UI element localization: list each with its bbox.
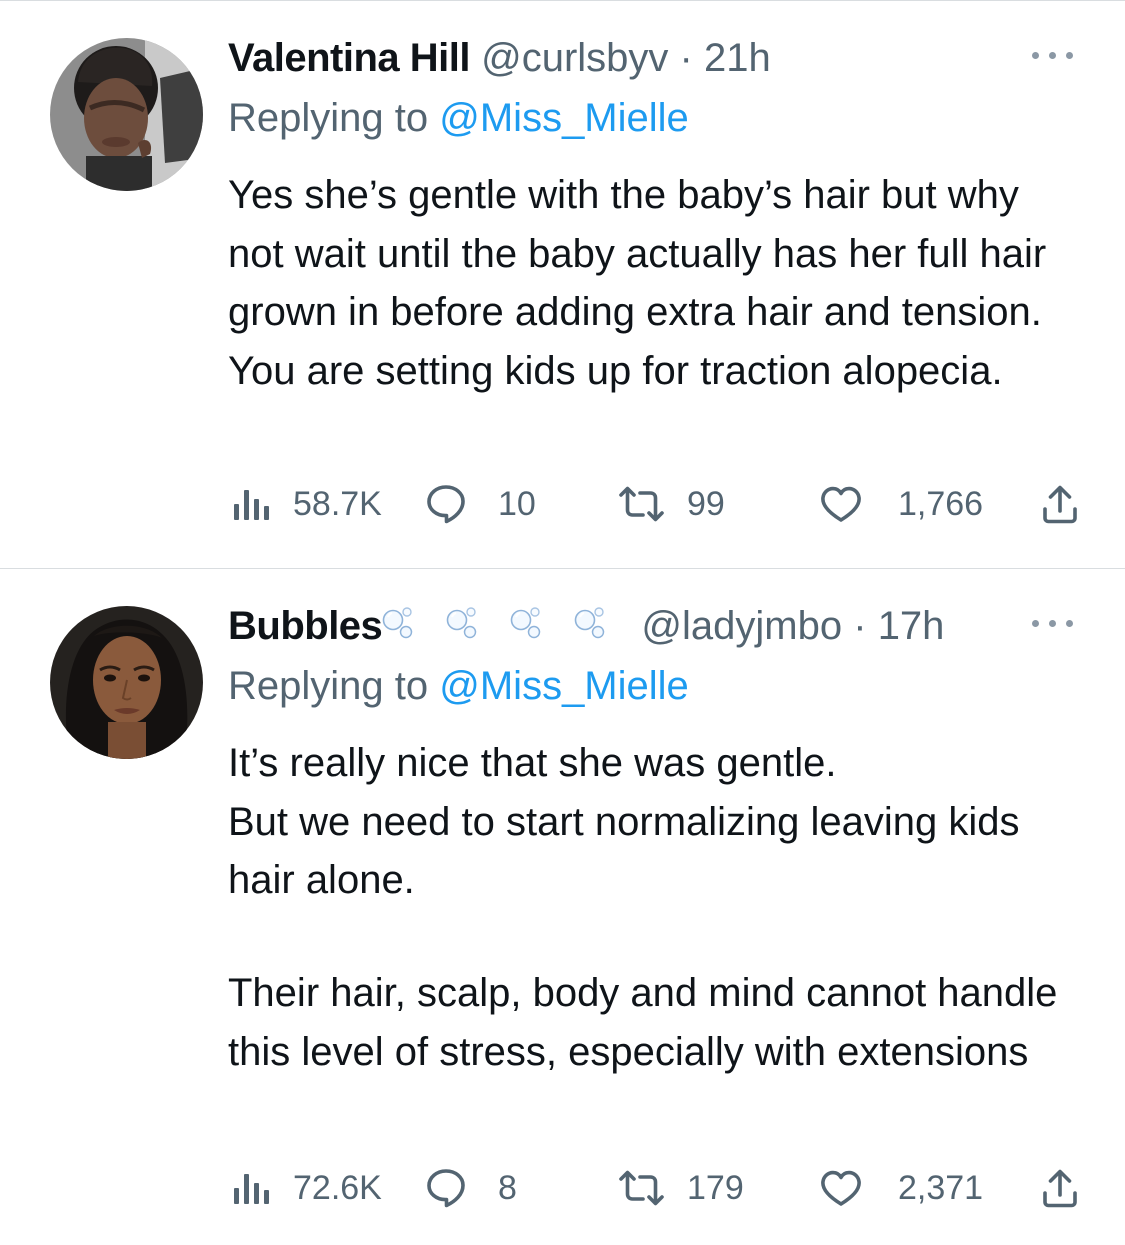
display-name[interactable]: Bubbles — [228, 604, 383, 648]
divider — [0, 0, 1125, 1]
avatar[interactable] — [50, 38, 203, 191]
more-icon[interactable] — [1028, 36, 1080, 72]
avatar[interactable] — [50, 606, 203, 759]
like-count: 1,766 — [898, 484, 984, 523]
separator-dot: · — [853, 604, 867, 648]
timestamp[interactable]: 21h — [704, 36, 771, 80]
share-icon — [1043, 485, 1077, 524]
tweet-valentina[interactable]: Valentina Hill @curlsbyv · 21h Replying … — [0, 0, 1125, 568]
retweet-count: 99 — [687, 484, 725, 523]
replying-to: Replying to @Miss_Mielle — [228, 658, 689, 714]
user-handle[interactable]: @curlsbyv — [481, 36, 668, 80]
replying-prefix: Replying to — [228, 664, 429, 708]
retweet-count: 179 — [687, 1168, 744, 1207]
views-count: 72.6K — [293, 1168, 382, 1207]
views-count: 58.7K — [293, 484, 382, 523]
like-count: 2,371 — [898, 1168, 984, 1207]
replying-to: Replying to @Miss_Mielle — [228, 90, 689, 146]
timestamp[interactable]: 17h — [878, 604, 945, 648]
tweet-header: Valentina Hill @curlsbyv · 21h — [228, 30, 771, 86]
reply-button[interactable]: 10 — [426, 474, 536, 534]
display-name[interactable]: Valentina Hill — [228, 36, 470, 80]
tweet-bubbles[interactable]: Bubbles @ladyjmbo · 17h Replying to @Mis… — [0, 568, 1125, 1245]
views-icon — [234, 1174, 269, 1204]
tweet-text: Yes she’s gentle with the baby’s hair bu… — [228, 173, 1047, 393]
bubbles-icon — [382, 606, 605, 639]
views-button[interactable]: 72.6K — [233, 1158, 382, 1218]
more-icon[interactable] — [1028, 604, 1080, 640]
reply-icon — [427, 485, 465, 524]
views-icon — [234, 490, 269, 520]
retweet-icon — [619, 1170, 664, 1206]
share-icon — [1043, 1169, 1077, 1208]
retweet-icon — [619, 486, 664, 522]
like-icon — [821, 486, 861, 522]
retweet-button[interactable]: 179 — [618, 1158, 744, 1218]
retweet-button[interactable]: 99 — [618, 474, 725, 534]
mention-link[interactable]: @Miss_Mielle — [439, 664, 689, 708]
share-button[interactable] — [1042, 474, 1078, 534]
like-button[interactable]: 1,766 — [820, 474, 983, 534]
separator-dot: · — [679, 36, 693, 80]
tweet-text-paragraph-2: Their hair, scalp, body and mind cannot … — [228, 971, 1058, 1074]
share-button[interactable] — [1042, 1158, 1078, 1218]
reply-count: 8 — [498, 1168, 517, 1207]
tweet-text-paragraph-1: It’s really nice that she was gentle. Bu… — [228, 741, 1020, 902]
mention-link[interactable]: @Miss_Mielle — [439, 96, 689, 140]
like-icon — [821, 1170, 861, 1206]
action-bar: 72.6K 8 179 2,371 — [228, 1158, 1080, 1218]
action-bar: 58.7K 10 99 1,766 — [228, 474, 1080, 534]
reply-icon — [427, 1169, 465, 1208]
reply-count: 10 — [498, 484, 536, 523]
user-handle[interactable]: @ladyjmbo — [641, 604, 842, 648]
divider — [0, 568, 1125, 569]
tweet-header: Bubbles @ladyjmbo · 17h — [228, 598, 944, 658]
views-button[interactable]: 58.7K — [233, 474, 382, 534]
reply-button[interactable]: 8 — [426, 1158, 517, 1218]
replying-prefix: Replying to — [228, 96, 429, 140]
bubbles-decoration — [382, 602, 630, 658]
like-button[interactable]: 2,371 — [820, 1158, 983, 1218]
